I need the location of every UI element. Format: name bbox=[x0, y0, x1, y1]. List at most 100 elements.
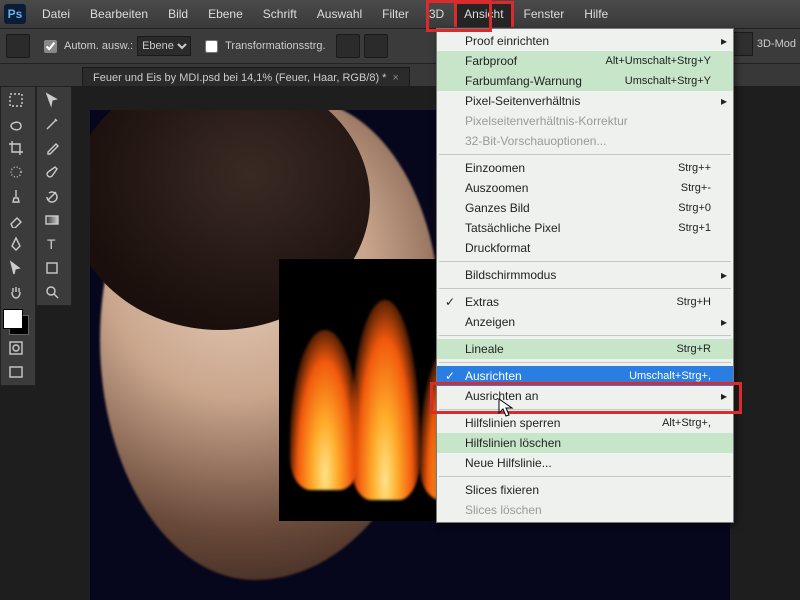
auto-select-label: Autom. ausw.: bbox=[64, 40, 133, 52]
zoom-tool-icon[interactable] bbox=[39, 281, 65, 303]
menu-item[interactable]: Anzeigen ▸ bbox=[437, 312, 733, 332]
menu-item-label: Hilfslinien sperren bbox=[465, 416, 560, 430]
marquee-tool-icon[interactable] bbox=[3, 89, 29, 111]
menu-item-label: Einzoomen bbox=[465, 161, 525, 175]
screenmode-icon[interactable] bbox=[3, 361, 29, 383]
menu-item: Pixelseitenverhältnis-Korrektur bbox=[437, 111, 733, 131]
menu-3d[interactable]: 3D bbox=[419, 1, 454, 27]
menu-item[interactable]: Neue Hilfslinie... bbox=[437, 453, 733, 473]
menu-item-label: Bildschirmmodus bbox=[465, 268, 556, 282]
hand-tool-icon[interactable] bbox=[3, 281, 29, 303]
menu-item-label: Pixel-Seitenverhältnis bbox=[465, 94, 580, 108]
document-tab-title: Feuer und Eis by MDI.psd bei 14,1% (Feue… bbox=[93, 72, 386, 84]
menu-item[interactable]: Pixel-Seitenverhältnis ▸ bbox=[437, 91, 733, 111]
history-brush-tool-icon[interactable] bbox=[39, 185, 65, 207]
menu-item-label: Farbproof bbox=[465, 54, 517, 68]
check-icon: ✓ bbox=[445, 295, 455, 309]
app-logo: Ps bbox=[4, 4, 26, 24]
shape-tool-icon[interactable] bbox=[39, 257, 65, 279]
move-tool-icon[interactable] bbox=[39, 89, 65, 111]
menu-filter[interactable]: Filter bbox=[372, 1, 419, 27]
menu-bild[interactable]: Bild bbox=[158, 1, 198, 27]
menu-item[interactable]: AuszoomenStrg+- bbox=[437, 178, 733, 198]
menu-item-label: Pixelseitenverhältnis-Korrektur bbox=[465, 114, 628, 128]
menubar: Ps DateiBearbeitenBildEbeneSchriftAuswah… bbox=[0, 0, 800, 28]
menu-item-label: Ausrichten bbox=[465, 369, 522, 383]
menu-item-label: Ausrichten an bbox=[465, 389, 538, 403]
stamp-tool-icon[interactable] bbox=[3, 185, 29, 207]
submenu-arrow-icon: ▸ bbox=[721, 94, 727, 108]
toolbox bbox=[0, 86, 36, 386]
auto-select-dropdown[interactable]: Ebene bbox=[137, 36, 191, 56]
menu-item: 32-Bit-Vorschauoptionen... bbox=[437, 131, 733, 151]
menu-item-shortcut: Umschalt+Strg+Y bbox=[625, 75, 711, 87]
check-icon: ✓ bbox=[445, 369, 455, 383]
menu-auswahl[interactable]: Auswahl bbox=[307, 1, 372, 27]
menu-item-label: Druckformat bbox=[465, 241, 530, 255]
menu-item[interactable]: Einzoomen Strg++ bbox=[437, 158, 733, 178]
menu-bearbeiten[interactable]: Bearbeiten bbox=[80, 1, 158, 27]
align-icon[interactable] bbox=[336, 34, 360, 58]
lasso-tool-icon[interactable] bbox=[3, 113, 29, 135]
menu-item-label: Proof einrichten bbox=[465, 34, 549, 48]
type-tool-icon[interactable]: T bbox=[39, 233, 65, 255]
menu-item[interactable]: Slices fixieren bbox=[437, 480, 733, 500]
color-swatch[interactable] bbox=[3, 309, 29, 335]
menu-item-shortcut: Strg++ bbox=[678, 162, 711, 174]
auto-select-checkbox[interactable] bbox=[44, 40, 57, 53]
menu-item[interactable]: LinealeStrg+R bbox=[437, 339, 733, 359]
submenu-arrow-icon: ▸ bbox=[721, 389, 727, 403]
transform-controls-checkbox[interactable] bbox=[205, 40, 218, 53]
menu-item[interactable]: Hilfslinien löschen bbox=[437, 433, 733, 453]
svg-text:T: T bbox=[47, 236, 56, 252]
document-tab[interactable]: Feuer und Eis by MDI.psd bei 14,1% (Feue… bbox=[82, 67, 410, 88]
menu-item[interactable]: ✓ExtrasStrg+H bbox=[437, 292, 733, 312]
menu-item[interactable]: Ganzes BildStrg+0 bbox=[437, 198, 733, 218]
menu-item-shortcut: Strg+H bbox=[676, 296, 711, 308]
menu-item[interactable]: Farbumfang-WarnungUmschalt+Strg+Y bbox=[437, 71, 733, 91]
move-tool-icon[interactable] bbox=[6, 34, 30, 58]
menu-item[interactable]: Bildschirmmodus▸ bbox=[437, 265, 733, 285]
eyedropper-tool-icon[interactable] bbox=[39, 137, 65, 159]
wand-tool-icon[interactable] bbox=[39, 113, 65, 135]
close-icon[interactable]: × bbox=[392, 72, 398, 84]
menu-item[interactable]: Hilfslinien sperrenAlt+Strg+, bbox=[437, 413, 733, 433]
pen-tool-icon[interactable] bbox=[3, 233, 29, 255]
menu-item[interactable]: Tatsächliche PixelStrg+1 bbox=[437, 218, 733, 238]
menu-item-label: Neue Hilfslinie... bbox=[465, 456, 552, 470]
transform-controls-label: Transformationsstrg. bbox=[225, 40, 325, 52]
menu-item: Slices löschen bbox=[437, 500, 733, 520]
menu-ansicht[interactable]: Ansicht bbox=[454, 1, 513, 27]
menu-item[interactable]: ✓AusrichtenUmschalt+Strg+, bbox=[437, 366, 733, 386]
submenu-arrow-icon: ▸ bbox=[721, 34, 727, 48]
menu-schrift[interactable]: Schrift bbox=[253, 1, 307, 27]
view-menu-dropdown: Proof einrichten ▸ FarbproofAlt+Umschalt+S… bbox=[436, 28, 734, 523]
gradient-tool-icon[interactable] bbox=[39, 209, 65, 231]
path-select-tool-icon[interactable] bbox=[3, 257, 29, 279]
menu-item-label: Slices fixieren bbox=[465, 483, 539, 497]
menu-fenster[interactable]: Fenster bbox=[514, 1, 575, 27]
crop-tool-icon[interactable] bbox=[3, 137, 29, 159]
menu-ebene[interactable]: Ebene bbox=[198, 1, 253, 27]
menu-item[interactable]: Ausrichten an ▸ bbox=[437, 386, 733, 406]
menu-item-label: 32-Bit-Vorschauoptionen... bbox=[465, 134, 606, 148]
brush-tool-icon[interactable] bbox=[39, 161, 65, 183]
menu-hilfe[interactable]: Hilfe bbox=[574, 1, 618, 27]
submenu-arrow-icon: ▸ bbox=[721, 315, 727, 329]
menu-item-shortcut: Strg+0 bbox=[678, 202, 711, 214]
align-icon[interactable] bbox=[364, 34, 388, 58]
healing-brush-tool-icon[interactable] bbox=[3, 161, 29, 183]
menu-item-shortcut: Strg+1 bbox=[678, 222, 711, 234]
menu-item[interactable]: FarbproofAlt+Umschalt+Strg+Y bbox=[437, 51, 733, 71]
menu-datei[interactable]: Datei bbox=[32, 1, 80, 27]
eraser-tool-icon[interactable] bbox=[3, 209, 29, 231]
menu-item[interactable]: Proof einrichten ▸ bbox=[437, 31, 733, 51]
menu-item-label: Slices löschen bbox=[465, 503, 542, 517]
menu-item-label: Anzeigen bbox=[465, 315, 515, 329]
mode-label: 3D-Mod bbox=[757, 38, 796, 50]
menu-item-label: Hilfslinien löschen bbox=[465, 436, 561, 450]
menu-item[interactable]: Druckformat bbox=[437, 238, 733, 258]
menu-item-label: Auszoomen bbox=[465, 181, 528, 195]
menu-item-shortcut: Strg+R bbox=[676, 343, 711, 355]
quickmask-icon[interactable] bbox=[3, 337, 29, 359]
